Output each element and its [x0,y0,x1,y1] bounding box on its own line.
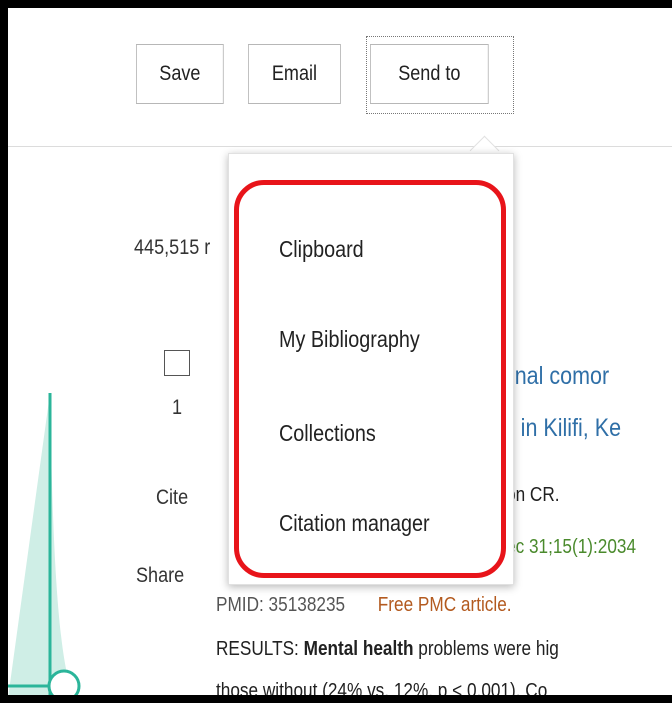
free-pmc-badge: Free PMC article. [377,594,512,616]
snippet-rest: problems were hig [413,638,559,660]
article-authors: on CR. [506,484,560,506]
cite-button[interactable]: Cite [156,486,188,510]
menu-item-my-bibliography[interactable]: My Bibliography [279,326,420,353]
article-pmid: PMID: 35138235 [216,594,346,616]
toolbar-divider [8,146,672,147]
timeline-area-fill [8,393,68,695]
menu-item-collections[interactable]: Collections [279,420,376,447]
article-ids: PMID: 35138235 Free PMC article. [216,594,512,617]
save-button[interactable]: Save [136,44,224,104]
menu-item-clipboard[interactable]: Clipboard [279,236,364,263]
email-button[interactable]: Email [248,44,341,104]
results-count: 445,515 r [134,236,211,259]
send-to-dropdown: Clipboard My Bibliography Collections Ci… [228,153,514,585]
article-snippet-line-2: those without (24% vs. 12%, p < 0.001). … [216,680,548,695]
share-button[interactable]: Share [136,564,184,588]
page-frame: Save Email Send to 445,515 r 1 Cite Shar… [8,8,672,695]
select-result-checkbox[interactable] [164,350,190,376]
article-journal: ec 31;15(1):2034 [506,536,637,558]
result-number: 1 [172,396,183,419]
save-button-label: Save [159,62,201,85]
email-button-label: Email [271,62,318,85]
snippet-highlight: Mental health [303,638,414,660]
timeline-chart [8,393,81,695]
send-to-button-label: Send to [398,62,461,85]
menu-item-citation-manager[interactable]: Citation manager [279,510,430,537]
article-snippet: RESULTS: Mental health problems were hig [216,638,559,661]
snippet-prefix: RESULTS: [216,638,304,660]
send-to-button[interactable]: Send to [370,44,489,104]
timeline-handle-icon [47,669,81,695]
